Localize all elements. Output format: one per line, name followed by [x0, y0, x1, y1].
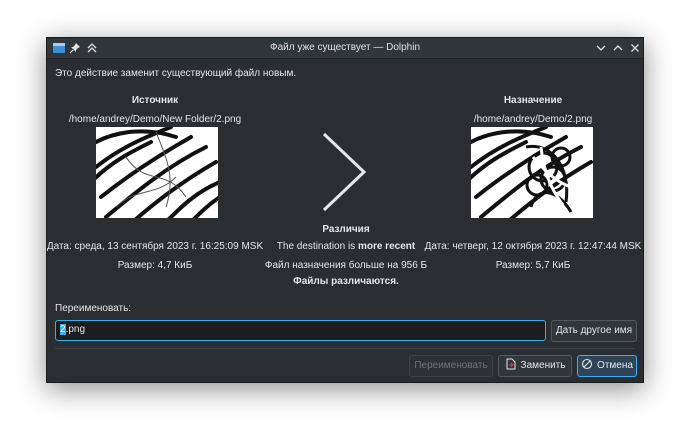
rename-rest-text: .png [65, 324, 86, 335]
rename-label: Переименовать: [55, 303, 132, 314]
maximize-icon[interactable] [611, 41, 625, 55]
separator [55, 348, 635, 349]
recency-bold: more recent [357, 241, 416, 252]
destination-heading: Назначение [503, 95, 563, 106]
cancel-icon [581, 358, 593, 370]
destination-thumbnail [471, 127, 593, 218]
destination-column: Назначение /home/andrey/Demo/2.png [403, 95, 663, 125]
minimize-icon[interactable] [594, 41, 608, 55]
differences-heading: Различия [322, 224, 370, 235]
warning-message: Это действие заменит существующий файл н… [55, 68, 297, 79]
size-difference-note: Файл назначения больше на 956 Б [264, 260, 428, 271]
source-thumbnail [96, 127, 218, 218]
arrow-right-icon [322, 132, 367, 212]
rename-button[interactable]: Переименовать [409, 355, 493, 377]
destination-path: /home/andrey/Demo/2.png [473, 114, 593, 125]
suggest-name-button[interactable]: Дать другое имя [551, 320, 637, 342]
close-icon[interactable] [628, 41, 642, 55]
window-title: Файл уже существует — Dolphin [269, 42, 421, 53]
source-path: /home/andrey/Demo/New Folder/2.png [68, 114, 242, 125]
recency-prefix: The destination is [276, 241, 358, 252]
recency-note: The destination is more recent [231, 241, 461, 252]
rename-input[interactable]: 2.png [55, 320, 546, 341]
replace-file-icon [506, 358, 516, 370]
title-bar[interactable]: Файл уже существует — Dolphin [47, 38, 643, 59]
differences-conclusion: Файлы различаются. [293, 276, 399, 287]
cancel-button[interactable]: Отмена [577, 355, 637, 377]
cancel-label: Отмена [597, 360, 633, 371]
source-heading: Источник [131, 95, 179, 106]
replace-label: Заменить [520, 360, 566, 371]
source-column: Источник /home/andrey/Demo/New Folder/2.… [25, 95, 285, 125]
replace-button[interactable]: Заменить [498, 355, 572, 377]
conflict-dialog: Файл уже существует — Dolphin Это действ… [46, 37, 644, 383]
